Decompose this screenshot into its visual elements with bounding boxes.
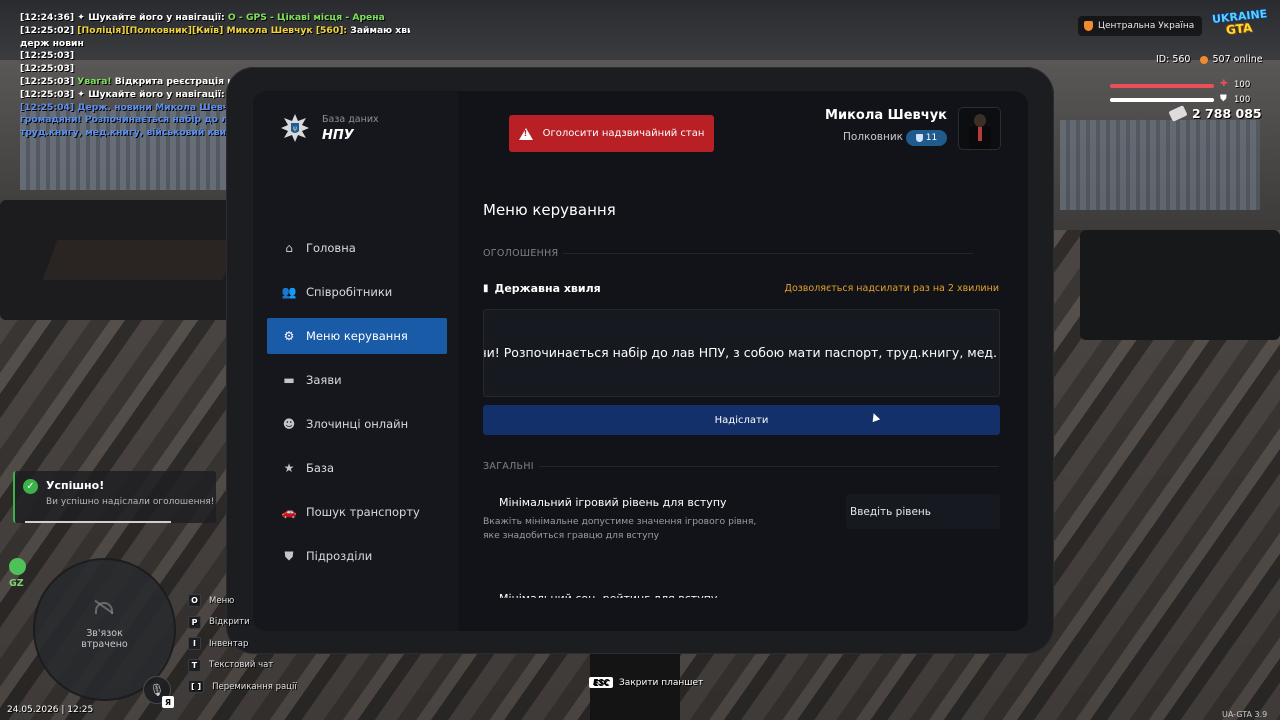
health-value: 100	[1234, 80, 1251, 90]
sidebar-item-applications[interactable]: ▬ Заяви	[267, 362, 447, 398]
armor-value: 100	[1234, 95, 1251, 105]
region-icon	[1084, 21, 1093, 31]
game-logo: UKRAINE GTA	[1211, 7, 1268, 38]
divider	[539, 466, 999, 467]
money-display: 2 788 085	[1168, 105, 1262, 122]
greenzone-icon	[9, 558, 26, 575]
key-hint-label: Перемикання рації	[212, 681, 297, 692]
toast-title: Успішно!	[46, 479, 105, 492]
success-toast: ✓ Успішно! Ви успішно надіслали оголошен…	[13, 471, 216, 523]
section-general: ЗАГАЛЬНІ	[483, 461, 534, 472]
users-icon: 👥	[281, 285, 297, 299]
online-icon	[1200, 55, 1209, 64]
sidebar-item-vehicle-search[interactable]: 🚗 Пошук транспорту	[267, 494, 447, 530]
folder-icon: ▬	[283, 373, 295, 387]
keycap: I	[188, 637, 201, 651]
sidebar-nav: ⌂ Головна 👥 Співробітники ⚙ Меню керуван…	[267, 230, 447, 582]
main-content: Меню керування ОГОЛОШЕННЯ ▮ Державна хви…	[483, 91, 1003, 631]
money-value: 2 788 085	[1192, 106, 1262, 121]
sidebar-item-employees[interactable]: 👥 Співробітники	[267, 274, 447, 310]
key-hint-label: Меню	[209, 595, 235, 606]
min-level-input[interactable]: Введіть рівень	[846, 494, 1000, 529]
keycap: O	[188, 594, 201, 608]
send-button[interactable]: Надіслати	[483, 405, 1000, 435]
sidebar-item-control-menu[interactable]: ⚙ Меню керування	[267, 318, 447, 354]
criminal-icon: ☻	[282, 417, 296, 431]
cash-icon	[1168, 105, 1188, 122]
car-icon: 🚗	[281, 505, 297, 519]
key-hint-label: Текстовий чат	[209, 660, 274, 671]
brand-subtitle: База даних	[322, 114, 379, 125]
version-label: UA-GTA 3.9	[1222, 710, 1268, 719]
key-hint-row: I Інвентар	[188, 633, 297, 655]
player-info: ID: 560 507 online	[1156, 54, 1263, 65]
check-icon: ✓	[23, 479, 38, 494]
min-social-rating-title: Мінімальний соц. рейтинг для вступу	[499, 592, 718, 605]
date-time: 24.05.2026 | 12:25	[7, 705, 94, 715]
background-sofa	[1080, 230, 1280, 340]
min-level-title: Мінімальний ігровий рівень для вступу	[499, 496, 727, 509]
background-table	[42, 240, 238, 280]
home-icon: ⌂	[285, 241, 293, 255]
state-wave-title: ▮ Державна хвиля	[483, 282, 601, 295]
esc-key: ESC	[589, 677, 614, 688]
armor-bar	[1110, 98, 1214, 102]
toast-text: Ви успішно надіслали оголошення!	[46, 497, 215, 507]
chat-line: [12:24:36] ✦ Шукайте його у навігації: О…	[20, 12, 385, 23]
health-bar	[1110, 84, 1214, 88]
keycap: P	[188, 615, 201, 629]
min-level-description: Вкажіть мінімальне допустиме значення іг…	[483, 516, 757, 541]
key-hint-row: O Меню	[188, 590, 297, 612]
brand-name: НПУ	[322, 128, 354, 143]
chat-line: [12:25:03]	[20, 50, 75, 62]
chat-line: [12:25:02] [Поліція][Полковник][Київ] Ми…	[20, 24, 410, 36]
mic-key: Я	[162, 696, 174, 708]
star-icon: ★	[283, 461, 295, 475]
npu-logo-icon: ψ	[281, 114, 309, 142]
sidebar-item-criminals-online[interactable]: ☻ Злочинці онлайн	[267, 406, 447, 442]
online-count: 507 online	[1200, 54, 1263, 65]
chat-line: держ новин	[20, 37, 84, 49]
shield-icon: ⛊	[284, 548, 294, 563]
background-window	[1060, 120, 1260, 210]
toast-progress	[25, 521, 171, 523]
gear-icon: ⚙	[283, 329, 295, 343]
region-badge: Центральна Україна	[1078, 16, 1203, 36]
tablet-screen: ψ База даних НПУ Оголосити надзвичайний …	[253, 91, 1028, 631]
section-announcements: ОГОЛОШЕННЯ	[483, 248, 559, 259]
greenzone-label: GZ	[9, 578, 24, 589]
key-hint-label: Відкрити	[209, 617, 250, 628]
player-id: ID: 560	[1156, 54, 1191, 65]
key-hint-row: T Текстовий чат	[188, 655, 297, 677]
message-textarea[interactable]: Шановні громадяни! Розпочинається набір …	[483, 309, 1000, 397]
key-hints: O Меню P Відкрити I Інвентар T Текстовий чат [ ]…	[188, 590, 297, 698]
sidebar-item-divisions[interactable]: ⛊ Підрозділи	[267, 538, 447, 574]
armor-icon: ⛊	[1220, 94, 1227, 104]
key-hint-row: [ ] Перемикання рації	[188, 676, 297, 698]
message-text: Шановні громадяни! Розпочинається набір …	[484, 345, 997, 360]
sidebar-item-home[interactable]: ⌂ Головна	[267, 230, 447, 266]
keycap: [ ]	[188, 680, 205, 694]
svg-text:ψ: ψ	[293, 125, 297, 132]
key-hint-label: Інвентар	[209, 638, 249, 649]
connection-lost-text: Зв'язок втрачено	[81, 628, 128, 650]
chart-icon: ▮	[483, 283, 489, 294]
close-tablet-hint: ESC Закрити планшет	[589, 677, 703, 688]
page-title: Меню керування	[483, 201, 616, 219]
region-name: Центральна Україна	[1098, 21, 1195, 31]
divider	[563, 253, 973, 254]
sidebar-item-base[interactable]: ★ База	[267, 450, 447, 486]
wave-cooldown-note: Дозволяється надсилати раз на 2 хвилини	[784, 283, 999, 294]
health-icon: ✚	[1220, 79, 1228, 89]
key-hint-row: P Відкрити	[188, 612, 297, 634]
keycap: T	[188, 658, 201, 672]
